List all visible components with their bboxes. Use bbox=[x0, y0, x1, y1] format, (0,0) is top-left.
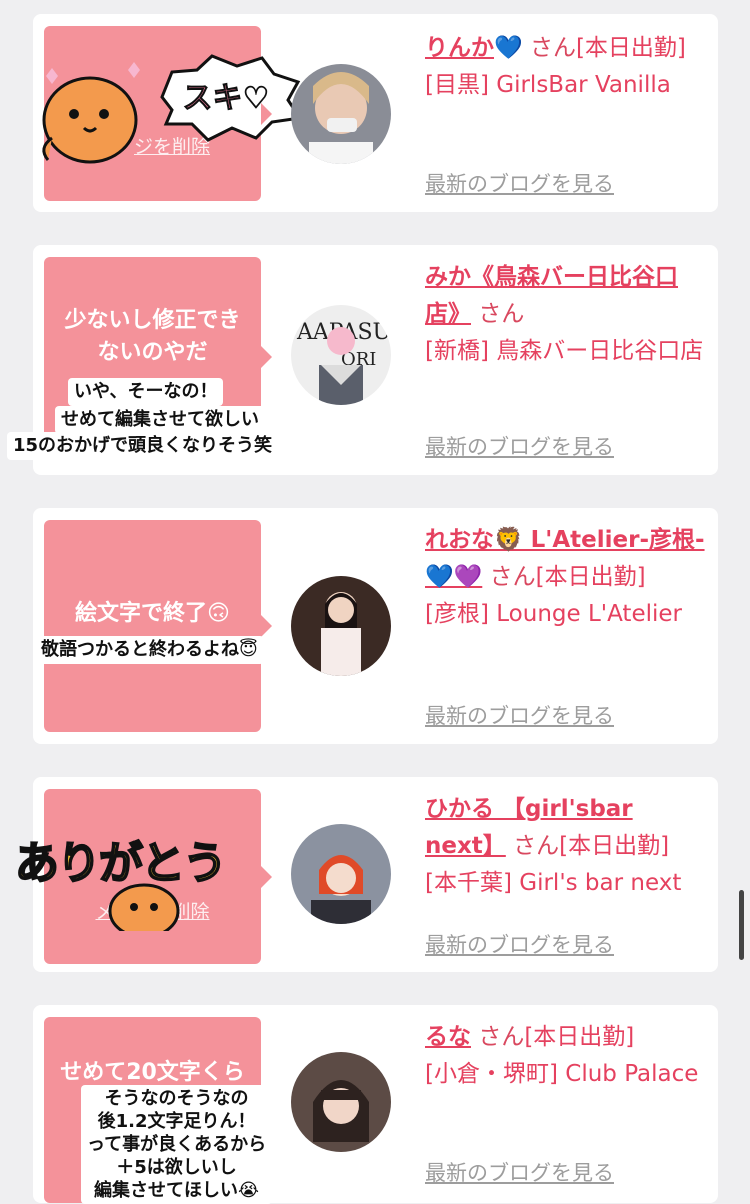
honorific: さん bbox=[529, 35, 576, 61]
cast-card: 絵文字で終了🙃 敬語つかると終わるよね😇 れおな🦁 L'Atelier-彦根-💙… bbox=[33, 508, 718, 744]
sticker-caption: 15のおかげで頭良くなりそう笑 bbox=[7, 432, 279, 460]
cast-card: 少ないし修正でき ないのやだ いや、そーなの！ せめて編集させて欲しい 15のお… bbox=[7, 245, 718, 475]
avatar[interactable] bbox=[291, 824, 391, 924]
speech-burst-icon: スキ♡ bbox=[160, 54, 302, 142]
message-text: 絵文字で終了🙃 bbox=[75, 601, 230, 626]
location-label: [彦根] Lounge L'Atelier bbox=[425, 601, 682, 627]
location-label: [小倉・堺町] Club Palace bbox=[425, 1061, 699, 1087]
view-blog-link[interactable]: 最新のブログを見る bbox=[425, 431, 614, 461]
cast-name-link[interactable]: るな bbox=[425, 1024, 471, 1050]
view-blog-link[interactable]: 最新のブログを見る bbox=[425, 168, 614, 198]
honorific: さん bbox=[513, 833, 560, 859]
message-text: 少ないし修正でき bbox=[64, 308, 241, 333]
honorific: さん bbox=[489, 564, 536, 590]
cast-info: みか《鳥森バー日比谷口店》 さん [新橋] 鳥森バー日比谷口店 bbox=[425, 259, 705, 370]
status-label: [本日出勤] bbox=[575, 35, 686, 61]
sticker-caption: せめて編集させて欲しい bbox=[55, 406, 265, 434]
avatar[interactable] bbox=[291, 576, 391, 676]
cast-card: ジを削除 スキ♡ りんか💙 さん[本日出勤] [目黒] GirlsBar Van… bbox=[33, 14, 718, 212]
status-label: [本日出勤] bbox=[535, 564, 646, 590]
cast-info: りんか💙 さん[本日出勤] [目黒] GirlsBar Vanilla bbox=[425, 30, 705, 104]
message-bubble[interactable]: ジを削除 スキ♡ bbox=[42, 26, 302, 201]
honorific: さん bbox=[478, 1024, 525, 1050]
avatar[interactable] bbox=[291, 64, 391, 164]
avatar[interactable]: AAPASU ORI bbox=[291, 305, 391, 405]
cast-name-link[interactable]: みか《鳥森バー日比谷口店》 bbox=[425, 264, 678, 327]
cast-info: れおな🦁 L'Atelier-彦根-💙💜 さん[本日出勤] [彦根] Loung… bbox=[425, 522, 705, 633]
cast-info: るな さん[本日出勤] [小倉・堺町] Club Palace bbox=[425, 1019, 705, 1093]
sticker-caption: そうなのそうなの 後1.2文字足りん！ って事が良くあるから ＋5は欲しいし 編… bbox=[81, 1085, 273, 1204]
honorific: さん bbox=[478, 301, 525, 327]
cast-card: メ…ジを削除 ありがとう ひかる 【girl'sbar next】 さん[本日出… bbox=[14, 777, 718, 972]
scrollbar[interactable] bbox=[739, 890, 744, 960]
cast-name-link[interactable]: りんか bbox=[425, 35, 494, 61]
location-label: [新橋] 鳥森バー日比谷口店 bbox=[425, 338, 704, 364]
status-label: [本日出勤] bbox=[559, 833, 670, 859]
avatar[interactable] bbox=[291, 1052, 391, 1152]
message-text: ないのやだ bbox=[97, 340, 208, 365]
blue-heart-icon: 💙 bbox=[494, 35, 523, 61]
view-blog-link[interactable]: 最新のブログを見る bbox=[425, 929, 614, 959]
sticker-text: スキ♡ bbox=[183, 81, 270, 116]
view-blog-link[interactable]: 最新のブログを見る bbox=[425, 700, 614, 730]
cast-info: ひかる 【girl'sbar next】 さん[本日出勤] [本千葉] Girl… bbox=[425, 791, 705, 902]
location-label: [目黒] GirlsBar Vanilla bbox=[425, 72, 671, 98]
message-bubble[interactable]: 絵文字で終了🙃 bbox=[44, 520, 272, 732]
cast-card: せめて20文字くら そうなのそうなの 後1.2文字足りん！ って事が良くあるから… bbox=[33, 1005, 718, 1204]
thanks-sticker: ありがとう bbox=[14, 837, 228, 890]
view-blog-link[interactable]: 最新のブログを見る bbox=[425, 1157, 614, 1187]
chick-sticker-icon bbox=[42, 62, 140, 164]
location-label: [本千葉] Girl's bar next bbox=[425, 870, 682, 896]
sticker-caption: いや、そーなの！ bbox=[68, 378, 224, 406]
status-label: [本日出勤] bbox=[524, 1024, 635, 1050]
sticker-caption: 敬語つかると終わるよね😇 bbox=[35, 636, 264, 664]
